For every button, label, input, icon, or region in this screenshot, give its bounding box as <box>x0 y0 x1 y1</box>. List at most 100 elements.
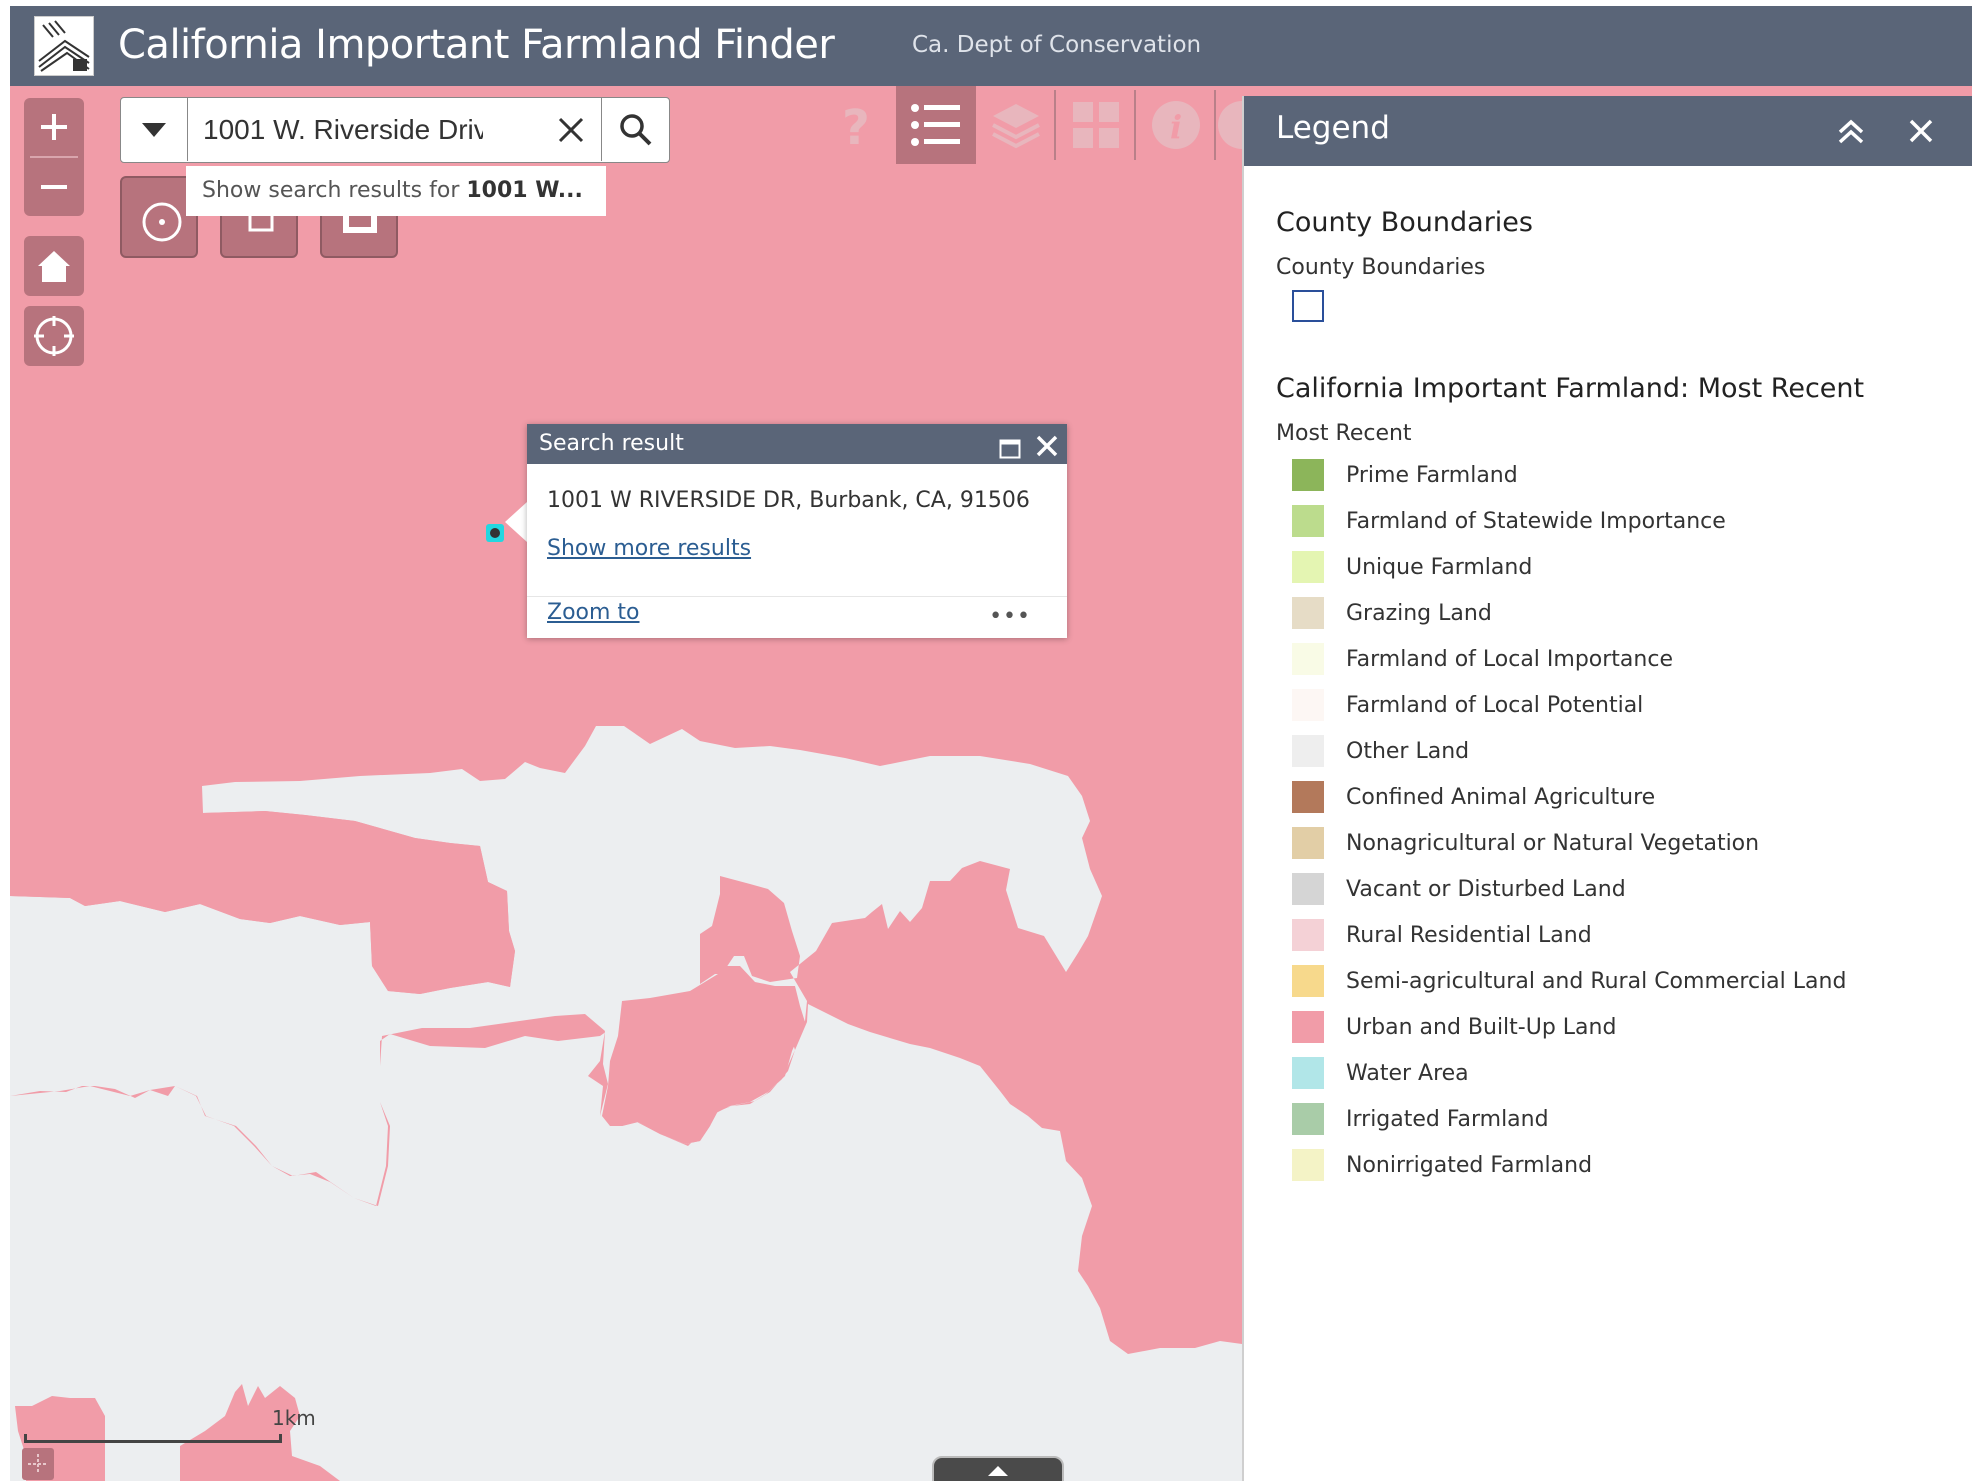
scale-line <box>24 1434 282 1443</box>
legend-item: Semi-agricultural and Rural Commercial L… <box>1276 958 1956 1004</box>
show-more-results-link[interactable]: Show more results <box>547 536 751 561</box>
zoom-out-button[interactable] <box>24 158 84 216</box>
home-button[interactable] <box>24 236 84 296</box>
legend-item-label: Farmland of Local Importance <box>1346 646 1673 672</box>
legend-list-icon <box>911 104 960 146</box>
legend-item: Nonagricultural or Natural Vegetation <box>1276 820 1956 866</box>
legend-item-label: Irrigated Farmland <box>1346 1106 1549 1132</box>
legend-item: Farmland of Local Potential <box>1276 682 1956 728</box>
help-button[interactable]: ? <box>816 86 896 164</box>
marker-dot <box>490 528 500 538</box>
crosshair-icon <box>28 1454 48 1474</box>
legend-title: Legend <box>1276 110 1390 146</box>
circle-draw-icon <box>142 202 182 242</box>
legend-close-button[interactable] <box>1906 116 1936 146</box>
legend-county-sublabel: County Boundaries <box>1276 255 1486 280</box>
clear-search-button[interactable] <box>551 110 591 150</box>
legend-item: Urban and Built-Up Land <box>1276 1004 1956 1050</box>
search-source-dropdown[interactable] <box>121 98 188 161</box>
legend-item: Prime Farmland <box>1276 452 1956 498</box>
legend-color-swatch <box>1292 505 1324 537</box>
layers-icon <box>992 104 1040 149</box>
popup-address: 1001 W RIVERSIDE DR, Burbank, CA, 91506 <box>547 488 1030 513</box>
legend-color-swatch <box>1292 551 1324 583</box>
legend-county-title: County Boundaries <box>1276 207 1533 238</box>
coordinate-button[interactable] <box>22 1448 54 1480</box>
legend-item: Farmland of Statewide Importance <box>1276 498 1956 544</box>
legend-item: Irrigated Farmland <box>1276 1096 1956 1142</box>
legend-collapse-button[interactable] <box>1836 116 1866 146</box>
scale-bar: 1km <box>24 1406 316 1446</box>
suggestion-query: 1001 W... <box>466 178 583 203</box>
search-suggestion[interactable]: Show search results for 1001 W... <box>186 166 606 216</box>
legend-item-label: Rural Residential Land <box>1346 922 1592 948</box>
svg-text:?: ? <box>842 100 870 150</box>
legend-item-label: Nonirrigated Farmland <box>1346 1152 1593 1178</box>
legend-item-label: Unique Farmland <box>1346 554 1533 580</box>
legend-item: Vacant or Disturbed Land <box>1276 866 1956 912</box>
plus-icon <box>41 114 67 140</box>
legend-panel: Legend County Boundaries County Boundari… <box>1242 96 1972 1481</box>
legend-color-swatch <box>1292 919 1324 951</box>
zoom-to-link[interactable]: Zoom to <box>547 600 640 625</box>
minus-icon <box>41 185 67 189</box>
legend-item: Grazing Land <box>1276 590 1956 636</box>
attribute-table-toggle[interactable] <box>932 1456 1064 1481</box>
locate-icon <box>34 316 74 356</box>
legend-item: Confined Animal Agriculture <box>1276 774 1956 820</box>
suggestion-prefix: Show search results for <box>202 178 467 203</box>
double-chevron-up-icon <box>1838 119 1864 144</box>
search-icon <box>620 113 652 145</box>
legend-color-swatch <box>1292 1103 1324 1135</box>
county-boundary-swatch <box>1292 290 1324 322</box>
legend-color-swatch <box>1292 1057 1324 1089</box>
popup-close-button[interactable] <box>1035 432 1059 457</box>
legend-color-swatch <box>1292 735 1324 767</box>
zoom-controls <box>24 98 84 216</box>
legend-item-label: Prime Farmland <box>1346 462 1518 488</box>
basemap-gallery-button[interactable] <box>1056 86 1136 164</box>
legend-item-label: Water Area <box>1346 1060 1469 1086</box>
zoom-in-button[interactable] <box>24 98 84 156</box>
popup-maximize-button[interactable] <box>999 433 1021 459</box>
layer-list-button[interactable] <box>976 86 1056 164</box>
legend-item-label: Grazing Land <box>1346 600 1492 626</box>
my-location-button[interactable] <box>24 306 84 366</box>
legend-item: Nonirrigated Farmland <box>1276 1142 1956 1188</box>
app-subtitle: Ca. Dept of Conservation <box>912 32 1202 58</box>
close-icon <box>1036 435 1058 457</box>
legend-color-swatch <box>1292 873 1324 905</box>
legend-item: Unique Farmland <box>1276 544 1956 590</box>
search-input[interactable] <box>201 108 485 152</box>
legend-color-swatch <box>1292 459 1324 491</box>
popup-footer-divider <box>527 596 1067 597</box>
popup-title: Search result <box>539 431 684 456</box>
about-button[interactable]: i <box>1136 86 1216 164</box>
legend-color-swatch <box>1292 827 1324 859</box>
help-icon: ? <box>842 100 870 150</box>
legend-item-label: Farmland of Statewide Importance <box>1346 508 1726 534</box>
app-root: California Important Farmland Finder Ca.… <box>10 6 1972 1481</box>
legend-item-label: Nonagricultural or Natural Vegetation <box>1346 830 1760 856</box>
scale-label: 1km <box>272 1406 316 1430</box>
legend-color-swatch <box>1292 643 1324 675</box>
chevron-up-icon <box>988 1466 1008 1476</box>
legend-body: County Boundaries County Boundaries Cali… <box>1276 200 1956 1188</box>
search-result-marker[interactable] <box>486 524 504 542</box>
close-icon <box>558 117 584 143</box>
legend-item: Other Land <box>1276 728 1956 774</box>
legend-color-swatch <box>1292 965 1324 997</box>
legend-color-swatch <box>1292 597 1324 629</box>
popup-more-actions-button[interactable]: ••• <box>989 604 1031 629</box>
basemap-gallery-icon <box>1073 102 1119 148</box>
address-search <box>120 97 670 163</box>
legend-item-label: Urban and Built-Up Land <box>1346 1014 1617 1040</box>
info-icon: i <box>1152 101 1200 149</box>
legend-item-label: Semi-agricultural and Rural Commercial L… <box>1346 968 1847 994</box>
legend-header: Legend <box>1244 96 1972 166</box>
legend-item: Water Area <box>1276 1050 1956 1096</box>
search-button[interactable] <box>601 98 670 161</box>
legend-farmland-sublabel: Most Recent <box>1276 421 1412 446</box>
legend-button[interactable] <box>896 86 976 164</box>
legend-color-swatch <box>1292 781 1324 813</box>
